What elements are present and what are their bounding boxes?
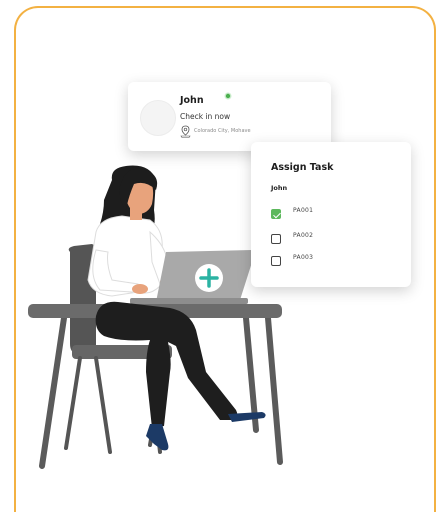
checkbox[interactable] — [271, 256, 281, 266]
checkbox[interactable] — [271, 234, 281, 244]
task-item-label: PA002 — [293, 232, 314, 239]
pants — [95, 301, 238, 428]
checkin-status[interactable]: Check in now — [180, 112, 230, 121]
checkmark-icon[interactable] — [271, 209, 281, 219]
checkin-location: Colorado City, Mohave — [194, 128, 251, 134]
assign-task-user: John — [271, 184, 288, 192]
hand-left — [132, 284, 148, 294]
assign-task-card: Assign Task John PA001 PA002 PA003 — [251, 142, 411, 287]
checkin-name: John — [180, 95, 204, 106]
laptop-base — [130, 298, 248, 304]
online-status-dot — [224, 92, 232, 100]
avatar — [140, 100, 176, 136]
task-item-label: PA001 — [293, 207, 314, 214]
task-item-label: PA003 — [293, 254, 314, 261]
assign-task-title: Assign Task — [271, 162, 334, 173]
location-pin-icon — [180, 125, 191, 138]
